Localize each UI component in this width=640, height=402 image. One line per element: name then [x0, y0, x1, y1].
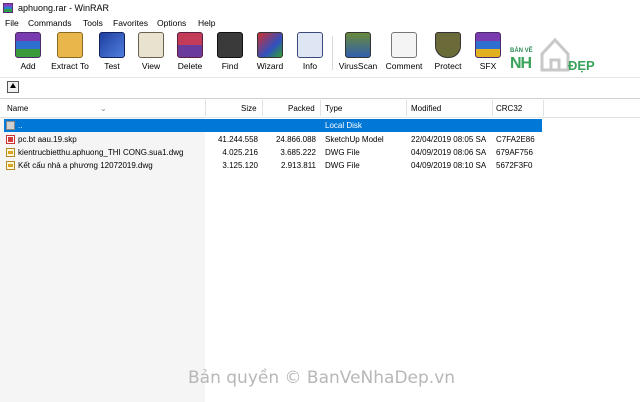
- selection-highlight: [4, 119, 542, 132]
- window-title: aphuong.rar - WinRAR: [18, 3, 110, 13]
- menu-favorites[interactable]: Favorites: [113, 18, 148, 28]
- info-button[interactable]: Info: [288, 32, 332, 72]
- comment-button[interactable]: Comment: [382, 32, 426, 72]
- view-icon: [138, 32, 164, 58]
- sfx-button[interactable]: SFX: [466, 32, 510, 72]
- protect-button[interactable]: Protect: [426, 32, 470, 72]
- view-button[interactable]: View: [129, 32, 173, 72]
- cell-modified: 04/09/2019 08:10 SA: [411, 161, 487, 170]
- extract-to-button[interactable]: Extract To: [48, 32, 92, 72]
- dwg-file-icon: [6, 148, 15, 157]
- add-button[interactable]: Add: [6, 32, 50, 72]
- delete-icon: [177, 32, 203, 58]
- menu-commands[interactable]: Commands: [28, 18, 71, 28]
- wizard-icon: [257, 32, 283, 58]
- find-icon: [217, 32, 243, 58]
- cell-packed: 24.866.088: [275, 135, 316, 144]
- table-row[interactable]: kientrucbietthu.aphuong_THI CONG.sua1.dw…: [0, 146, 640, 159]
- banvenhadep-logo: BẢN VẼ NH ĐẸP: [510, 38, 610, 78]
- table-row[interactable]: pc.bt aau.19.skp 41.244.558 24.866.088 S…: [0, 133, 640, 146]
- cell-name: Kết cấu nhà a phương 12072019.dwg: [18, 161, 153, 170]
- up-one-level-icon[interactable]: [7, 81, 19, 93]
- cell-size: 3.125.120: [222, 161, 258, 170]
- cell-size: 41.244.558: [217, 135, 258, 144]
- sort-indicator-icon: ⌄: [100, 104, 107, 113]
- address-bar: [0, 77, 640, 99]
- test-button[interactable]: Test: [90, 32, 134, 72]
- cell-type: DWG File: [325, 161, 360, 170]
- table-row[interactable]: .. Local Disk: [0, 119, 640, 132]
- column-name[interactable]: Name: [7, 104, 28, 113]
- sfx-icon: [475, 32, 501, 58]
- column-divider: [320, 100, 321, 116]
- winrar-app-icon: [3, 3, 13, 13]
- toolbar-separator: [332, 36, 333, 70]
- menu-file[interactable]: File: [5, 18, 19, 28]
- table-row[interactable]: Kết cấu nhà a phương 12072019.dwg 3.125.…: [0, 159, 640, 172]
- cell-type: Local Disk: [325, 121, 362, 130]
- test-icon: [99, 32, 125, 58]
- column-divider: [543, 100, 544, 116]
- menu-tools[interactable]: Tools: [83, 18, 103, 28]
- file-list: ⌄ Name Size Packed Type Modified CRC32 .…: [0, 99, 640, 402]
- column-crc32[interactable]: CRC32: [496, 104, 522, 113]
- column-divider: [492, 100, 493, 116]
- column-divider: [262, 100, 263, 116]
- column-size[interactable]: Size: [241, 104, 257, 113]
- cell-packed: 3.685.222: [280, 148, 316, 157]
- column-modified[interactable]: Modified: [411, 104, 441, 113]
- menu-options[interactable]: Options: [157, 18, 186, 28]
- cell-modified: 04/09/2019 08:06 SA: [411, 148, 487, 157]
- house-logo-icon: [540, 38, 570, 72]
- column-packed[interactable]: Packed: [288, 104, 315, 113]
- cell-crc32: 5672F3F0: [496, 161, 533, 170]
- cell-name: ..: [18, 121, 23, 130]
- cell-crc32: 679AF756: [496, 148, 533, 157]
- menu-bar: File Commands Tools Favorites Options He…: [0, 16, 640, 30]
- virusscan-icon: [345, 32, 371, 58]
- delete-button[interactable]: Delete: [168, 32, 212, 72]
- cell-modified: 22/04/2019 08:05 SA: [411, 135, 487, 144]
- cell-name: kientrucbietthu.aphuong_THI CONG.sua1.dw…: [18, 148, 184, 157]
- dwg-file-icon: [6, 161, 15, 170]
- column-header: ⌄ Name Size Packed Type Modified CRC32: [0, 99, 640, 118]
- cell-name: pc.bt aau.19.skp: [18, 135, 77, 144]
- cell-crc32: C7FA2E86: [496, 135, 535, 144]
- column-divider: [205, 100, 206, 116]
- extract-icon: [57, 32, 83, 58]
- column-divider: [406, 100, 407, 116]
- title-bar: aphuong.rar - WinRAR: [0, 0, 640, 16]
- virusscan-button[interactable]: VirusScan: [336, 32, 380, 72]
- add-icon: [15, 32, 41, 58]
- find-button[interactable]: Find: [208, 32, 252, 72]
- wizard-button[interactable]: Wizard: [248, 32, 292, 72]
- parent-folder-icon: [6, 121, 15, 130]
- cell-size: 4.025.216: [222, 148, 258, 157]
- cell-type: DWG File: [325, 148, 360, 157]
- menu-help[interactable]: Help: [198, 18, 215, 28]
- cell-type: SketchUp Model: [325, 135, 384, 144]
- copyright-watermark: Bản quyền © BanVeNhaDep.vn: [188, 368, 456, 388]
- info-icon: [297, 32, 323, 58]
- column-type[interactable]: Type: [325, 104, 342, 113]
- protect-icon: [435, 32, 461, 58]
- toolbar: Add Extract To Test View Delete Find Wiz…: [0, 30, 640, 74]
- cell-packed: 2.913.811: [281, 161, 316, 170]
- sketchup-file-icon: [6, 135, 15, 144]
- comment-icon: [391, 32, 417, 58]
